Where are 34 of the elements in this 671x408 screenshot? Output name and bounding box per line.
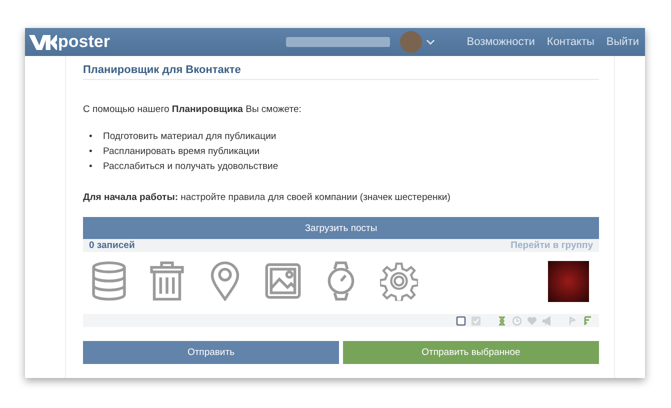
bullet-marker: • [89, 160, 94, 174]
filter-icon[interactable] [583, 316, 593, 326]
hint-text: Для начала работы: настройте правила для своей компании (значек шестеренки) [83, 192, 452, 203]
vk-logo-icon [29, 34, 57, 50]
bullet-marker: • [89, 145, 94, 159]
send-button[interactable]: Отправить [83, 341, 339, 364]
logo[interactable]: poster [29, 32, 110, 52]
nav-link[interactable]: Выйти [606, 36, 639, 48]
records-count: 0 записей [89, 240, 135, 251]
hourglass-icon[interactable] [497, 316, 507, 326]
bullet-marker: • [89, 130, 94, 144]
megaphone-icon[interactable] [542, 316, 552, 326]
database-icon[interactable] [90, 261, 128, 301]
nav-link[interactable]: Контакты [546, 36, 594, 48]
nav-link[interactable]: Возможности [466, 36, 535, 48]
bullet-item: Расслабиться и получать удовольствие [103, 160, 278, 174]
heart-icon[interactable] [527, 316, 537, 326]
settings-icon[interactable] [380, 261, 418, 301]
group-thumbnail[interactable] [548, 260, 589, 302]
logo-text: poster [58, 32, 110, 52]
chevron-down-icon[interactable] [426, 39, 435, 45]
intro-text: С помощью нашего Планировщика Вы сможете: [83, 104, 302, 115]
clock-icon[interactable] [512, 316, 522, 326]
image-icon[interactable] [264, 261, 302, 301]
bullet-item: Распланировать время публикации [103, 145, 260, 159]
bullet-item: Подготовить материал для публикации [103, 130, 276, 144]
trash-icon[interactable] [148, 261, 186, 301]
flag-icon[interactable] [568, 316, 578, 326]
page-title: Планировщик для Вконтакте [83, 60, 599, 80]
checked-box-icon[interactable] [471, 316, 481, 326]
checkbox-icon[interactable] [456, 316, 466, 326]
group-link[interactable]: Перейти в группу [510, 240, 593, 251]
send-button[interactable]: Отправить выбранное [343, 341, 599, 364]
load-posts-button[interactable]: Загрузить посты [83, 217, 599, 239]
